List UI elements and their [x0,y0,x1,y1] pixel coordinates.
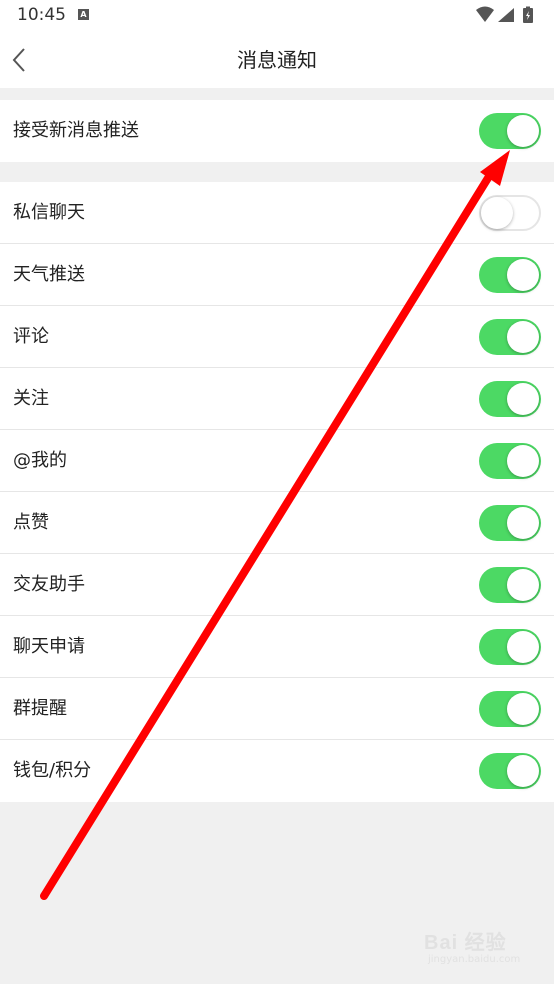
toggle-knob [481,197,513,229]
signal-icon [498,8,514,22]
status-time: 10:45 [17,5,66,25]
setting-label: 群提醒 [13,698,67,719]
toggle-knob [507,569,539,601]
setting-toggle[interactable] [479,319,541,355]
status-icons [476,6,533,23]
toggle-knob [507,115,539,147]
setting-row: 评论 [0,306,554,368]
setting-toggle[interactable] [479,567,541,603]
setting-toggle[interactable] [479,381,541,417]
toggle-knob [507,693,539,725]
toggle-knob [507,755,539,787]
setting-label: 关注 [13,388,49,409]
toggle-knob [507,383,539,415]
master-toggle[interactable] [479,113,541,149]
setting-label: 点赞 [13,512,49,533]
page-title: 消息通知 [237,48,317,72]
status-bar: 10:45 A [0,0,554,32]
toggle-knob [507,445,539,477]
toggle-knob [507,631,539,663]
toggle-knob [507,321,539,353]
watermark: Bai 经验 jingyan.baidu.com [424,920,546,974]
wifi-icon [476,6,494,22]
setting-label: 私信聊天 [13,202,85,223]
setting-row: 群提醒 [0,678,554,740]
setting-toggle[interactable] [479,443,541,479]
setting-row: 聊天申请 [0,616,554,678]
toggle-knob [507,259,539,291]
setting-toggle[interactable] [479,691,541,727]
setting-label: 天气推送 [13,264,85,285]
setting-toggle[interactable] [479,195,541,231]
setting-row: 私信聊天 [0,182,554,244]
setting-label: 评论 [13,326,49,347]
setting-label: 交友助手 [13,574,85,595]
setting-toggle[interactable] [479,257,541,293]
setting-toggle[interactable] [479,753,541,789]
master-settings-group: 接受新消息推送 [0,100,554,162]
setting-toggle[interactable] [479,629,541,665]
notification-settings-group: 私信聊天 天气推送 评论 关注 @我的 点赞 交友助手 聊天申请 群提醒 钱包/… [0,182,554,802]
setting-toggle[interactable] [479,505,541,541]
setting-row: 交友助手 [0,554,554,616]
toggle-knob [507,507,539,539]
battery-icon [523,6,533,23]
notification-badge-icon: A [78,9,89,20]
setting-row: 关注 [0,368,554,430]
watermark-logo: Bai 经验 [424,932,507,954]
setting-row: 钱包/积分 [0,740,554,802]
setting-label: 聊天申请 [13,636,85,657]
setting-row-master: 接受新消息推送 [0,100,554,162]
setting-row: 点赞 [0,492,554,554]
setting-row: 天气推送 [0,244,554,306]
setting-label: 接受新消息推送 [13,120,139,141]
nav-bar: 消息通知 [0,32,554,88]
setting-row: @我的 [0,430,554,492]
watermark-url: jingyan.baidu.com [428,954,521,965]
setting-label: 钱包/积分 [13,760,92,781]
setting-label: @我的 [13,450,67,471]
